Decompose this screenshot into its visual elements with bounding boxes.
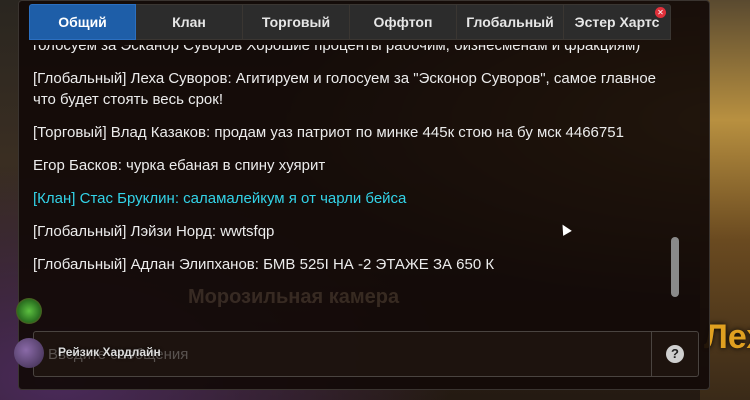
chat-message: [Глобальный] Адлан Элипханов: БМВ 525I Н… — [33, 256, 495, 273]
tab-private-ester-harts[interactable]: Эстер Хартс ✕ — [564, 4, 671, 40]
tab-offtopic[interactable]: Оффтоп — [350, 4, 457, 40]
chat-message: [Глобальный] Леха Суворов: Агитируем и г… — [33, 70, 657, 108]
background-faded-text: Морозильная камера — [188, 286, 400, 308]
tab-label: Общий — [58, 14, 107, 30]
tab-global[interactable]: Глобальный — [457, 4, 564, 40]
tab-label: Оффтоп — [373, 14, 433, 30]
chat-message: Егор Басков: чурка ебаная в спину хуярит — [33, 157, 326, 174]
tab-label: Торговый — [261, 14, 331, 30]
player-name: Рейзик Хардлайн — [58, 345, 161, 359]
tab-label: Глобальный — [466, 14, 554, 30]
help-button[interactable]: ? — [651, 332, 698, 376]
message-area[interactable]: голосуем за Эсканор Суворов Хорошие проц… — [33, 45, 663, 321]
tab-general[interactable]: Общий — [29, 4, 136, 40]
message-list: голосуем за Эсканор Суворов Хорошие проц… — [33, 45, 663, 287]
tab-clan[interactable]: Клан — [136, 4, 243, 40]
question-icon: ? — [666, 345, 684, 363]
scrollbar-thumb[interactable] — [671, 237, 679, 297]
chat-message-clan: [Клан] Стас Бруклин: саламалейкум я от ч… — [33, 190, 407, 207]
chat-tabs: Общий Клан Торговый Оффтоп Глобальный Эс… — [29, 4, 689, 40]
tab-trade[interactable]: Торговый — [243, 4, 350, 40]
chat-message: голосуем за Эсканор Суворов Хорошие проц… — [33, 45, 641, 54]
tab-label: Эстер Хартс — [574, 14, 660, 30]
close-icon[interactable]: ✕ — [655, 7, 666, 18]
tab-label: Клан — [172, 14, 206, 30]
chat-window: Общий Клан Торговый Оффтоп Глобальный Эс… — [18, 0, 710, 390]
avatar — [14, 338, 44, 368]
background-sign-text: Лех — [704, 318, 750, 356]
chat-message: [Торговый] Влад Казаков: продам уаз патр… — [33, 124, 624, 141]
player-badge-icon — [16, 298, 42, 324]
